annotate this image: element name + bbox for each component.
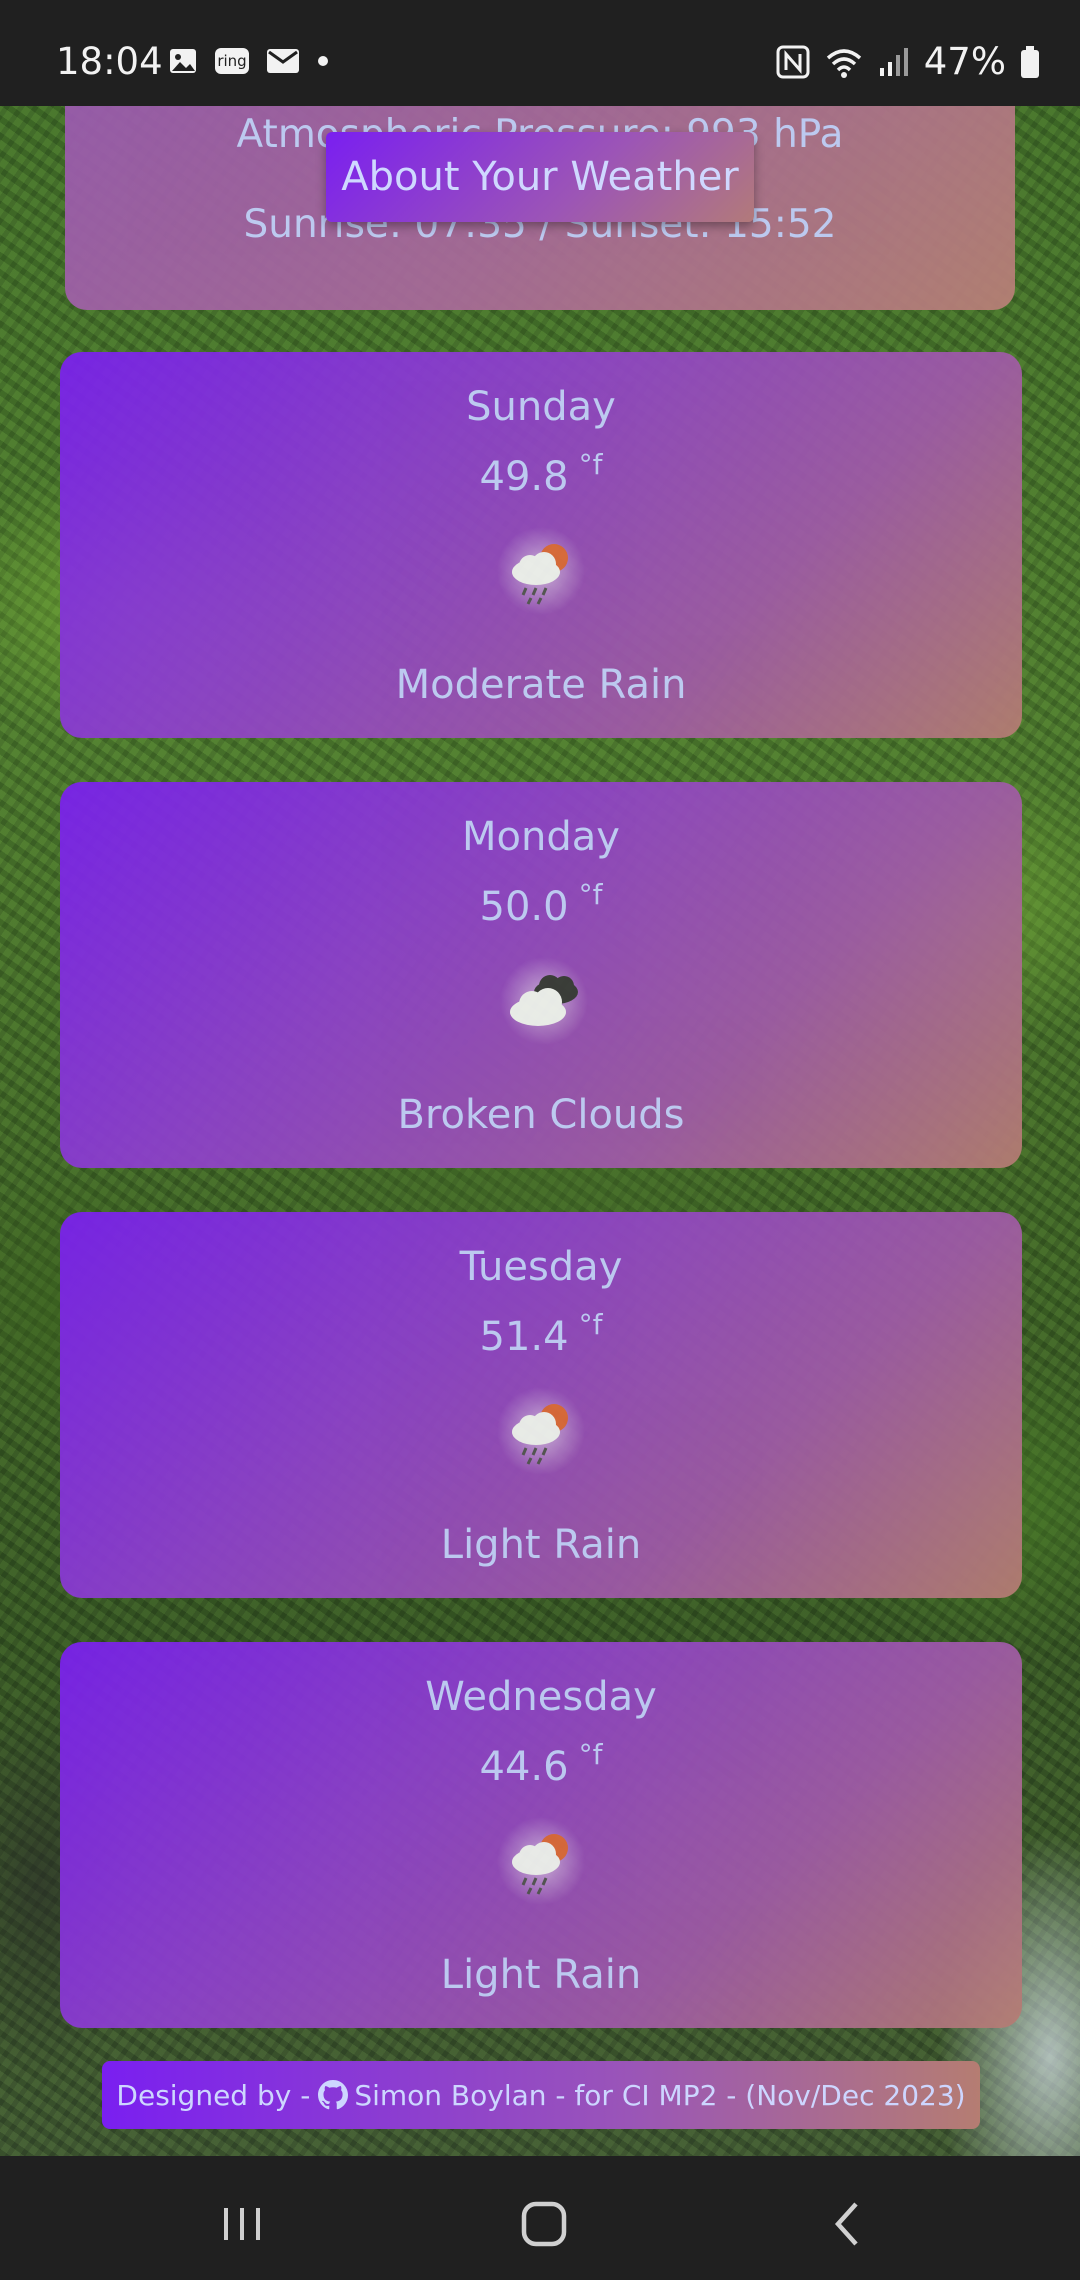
about-your-weather-button[interactable]: About Your Weather: [326, 132, 754, 222]
temperature: 50.0 °f: [60, 878, 1022, 930]
home-button[interactable]: [514, 2194, 574, 2254]
temp-value: 51.4: [479, 1314, 569, 1360]
temperature: 44.6 °f: [60, 1738, 1022, 1790]
temperature: 51.4 °f: [60, 1308, 1022, 1360]
temp-value: 49.8: [479, 454, 569, 500]
rain-sun-icon: [496, 1386, 586, 1476]
more-dot-icon: [316, 54, 330, 68]
navigation-bar: [0, 2156, 1080, 2280]
rain-sun-icon: [496, 1816, 586, 1906]
forecast-card-wednesday: Wednesday 44.6 °f Light Rain: [60, 1642, 1022, 2028]
broken-clouds-icon: [496, 956, 588, 1046]
weather-description: Light Rain: [440, 1522, 642, 1568]
gallery-icon: [168, 46, 198, 76]
temp-unit: °f: [578, 448, 603, 481]
temp-unit: °f: [578, 878, 603, 911]
designer-credit: Designed by - Simon Boylan - for CI MP2 …: [102, 2061, 980, 2129]
rain-sun-icon: [496, 526, 586, 616]
status-bar: 18:04 ring 47%: [0, 0, 1080, 106]
weather-description: Broken Clouds: [397, 1092, 685, 1138]
battery-icon: [1020, 45, 1040, 79]
recent-apps-button[interactable]: [212, 2194, 272, 2254]
day-name: Monday: [462, 814, 620, 860]
status-time: 18:04: [56, 40, 163, 83]
temp-unit: °f: [578, 1308, 603, 1341]
ring-label: ring: [217, 52, 247, 70]
temp-unit: °f: [578, 1738, 603, 1771]
temperature: 49.8 °f: [60, 448, 1022, 500]
forecast-card-monday: Monday 50.0 °f Broken Clouds: [60, 782, 1022, 1168]
forecast-card-sunday: Sunday 49.8 °f Moderate Rain: [60, 352, 1022, 738]
github-link[interactable]: Simon Boylan - for CI MP2 - (Nov/Dec 202…: [318, 2078, 966, 2112]
github-icon: [318, 2080, 349, 2110]
weather-description: Moderate Rain: [395, 662, 687, 708]
credit-text: Simon Boylan - for CI MP2 - (Nov/Dec 202…: [354, 2078, 966, 2112]
temp-value: 44.6: [479, 1744, 569, 1790]
day-name: Tuesday: [459, 1244, 623, 1290]
day-name: Wednesday: [425, 1674, 657, 1720]
temp-value: 50.0: [479, 884, 569, 930]
wifi-icon: [824, 46, 864, 78]
mail-icon: [266, 47, 300, 75]
forecast-card-tuesday: Tuesday 51.4 °f Light Rain: [60, 1212, 1022, 1598]
weather-description: Light Rain: [440, 1952, 642, 1998]
ring-app-icon: ring: [214, 46, 250, 76]
battery-percent: 47%: [923, 40, 1006, 83]
credit-prefix: Designed by -: [116, 2078, 311, 2112]
nfc-icon: [776, 45, 810, 79]
day-name: Sunday: [466, 384, 616, 430]
signal-icon: [878, 46, 910, 78]
back-button[interactable]: [818, 2194, 878, 2254]
notification-icons: ring: [168, 46, 330, 76]
system-icons: 47%: [776, 40, 1040, 83]
